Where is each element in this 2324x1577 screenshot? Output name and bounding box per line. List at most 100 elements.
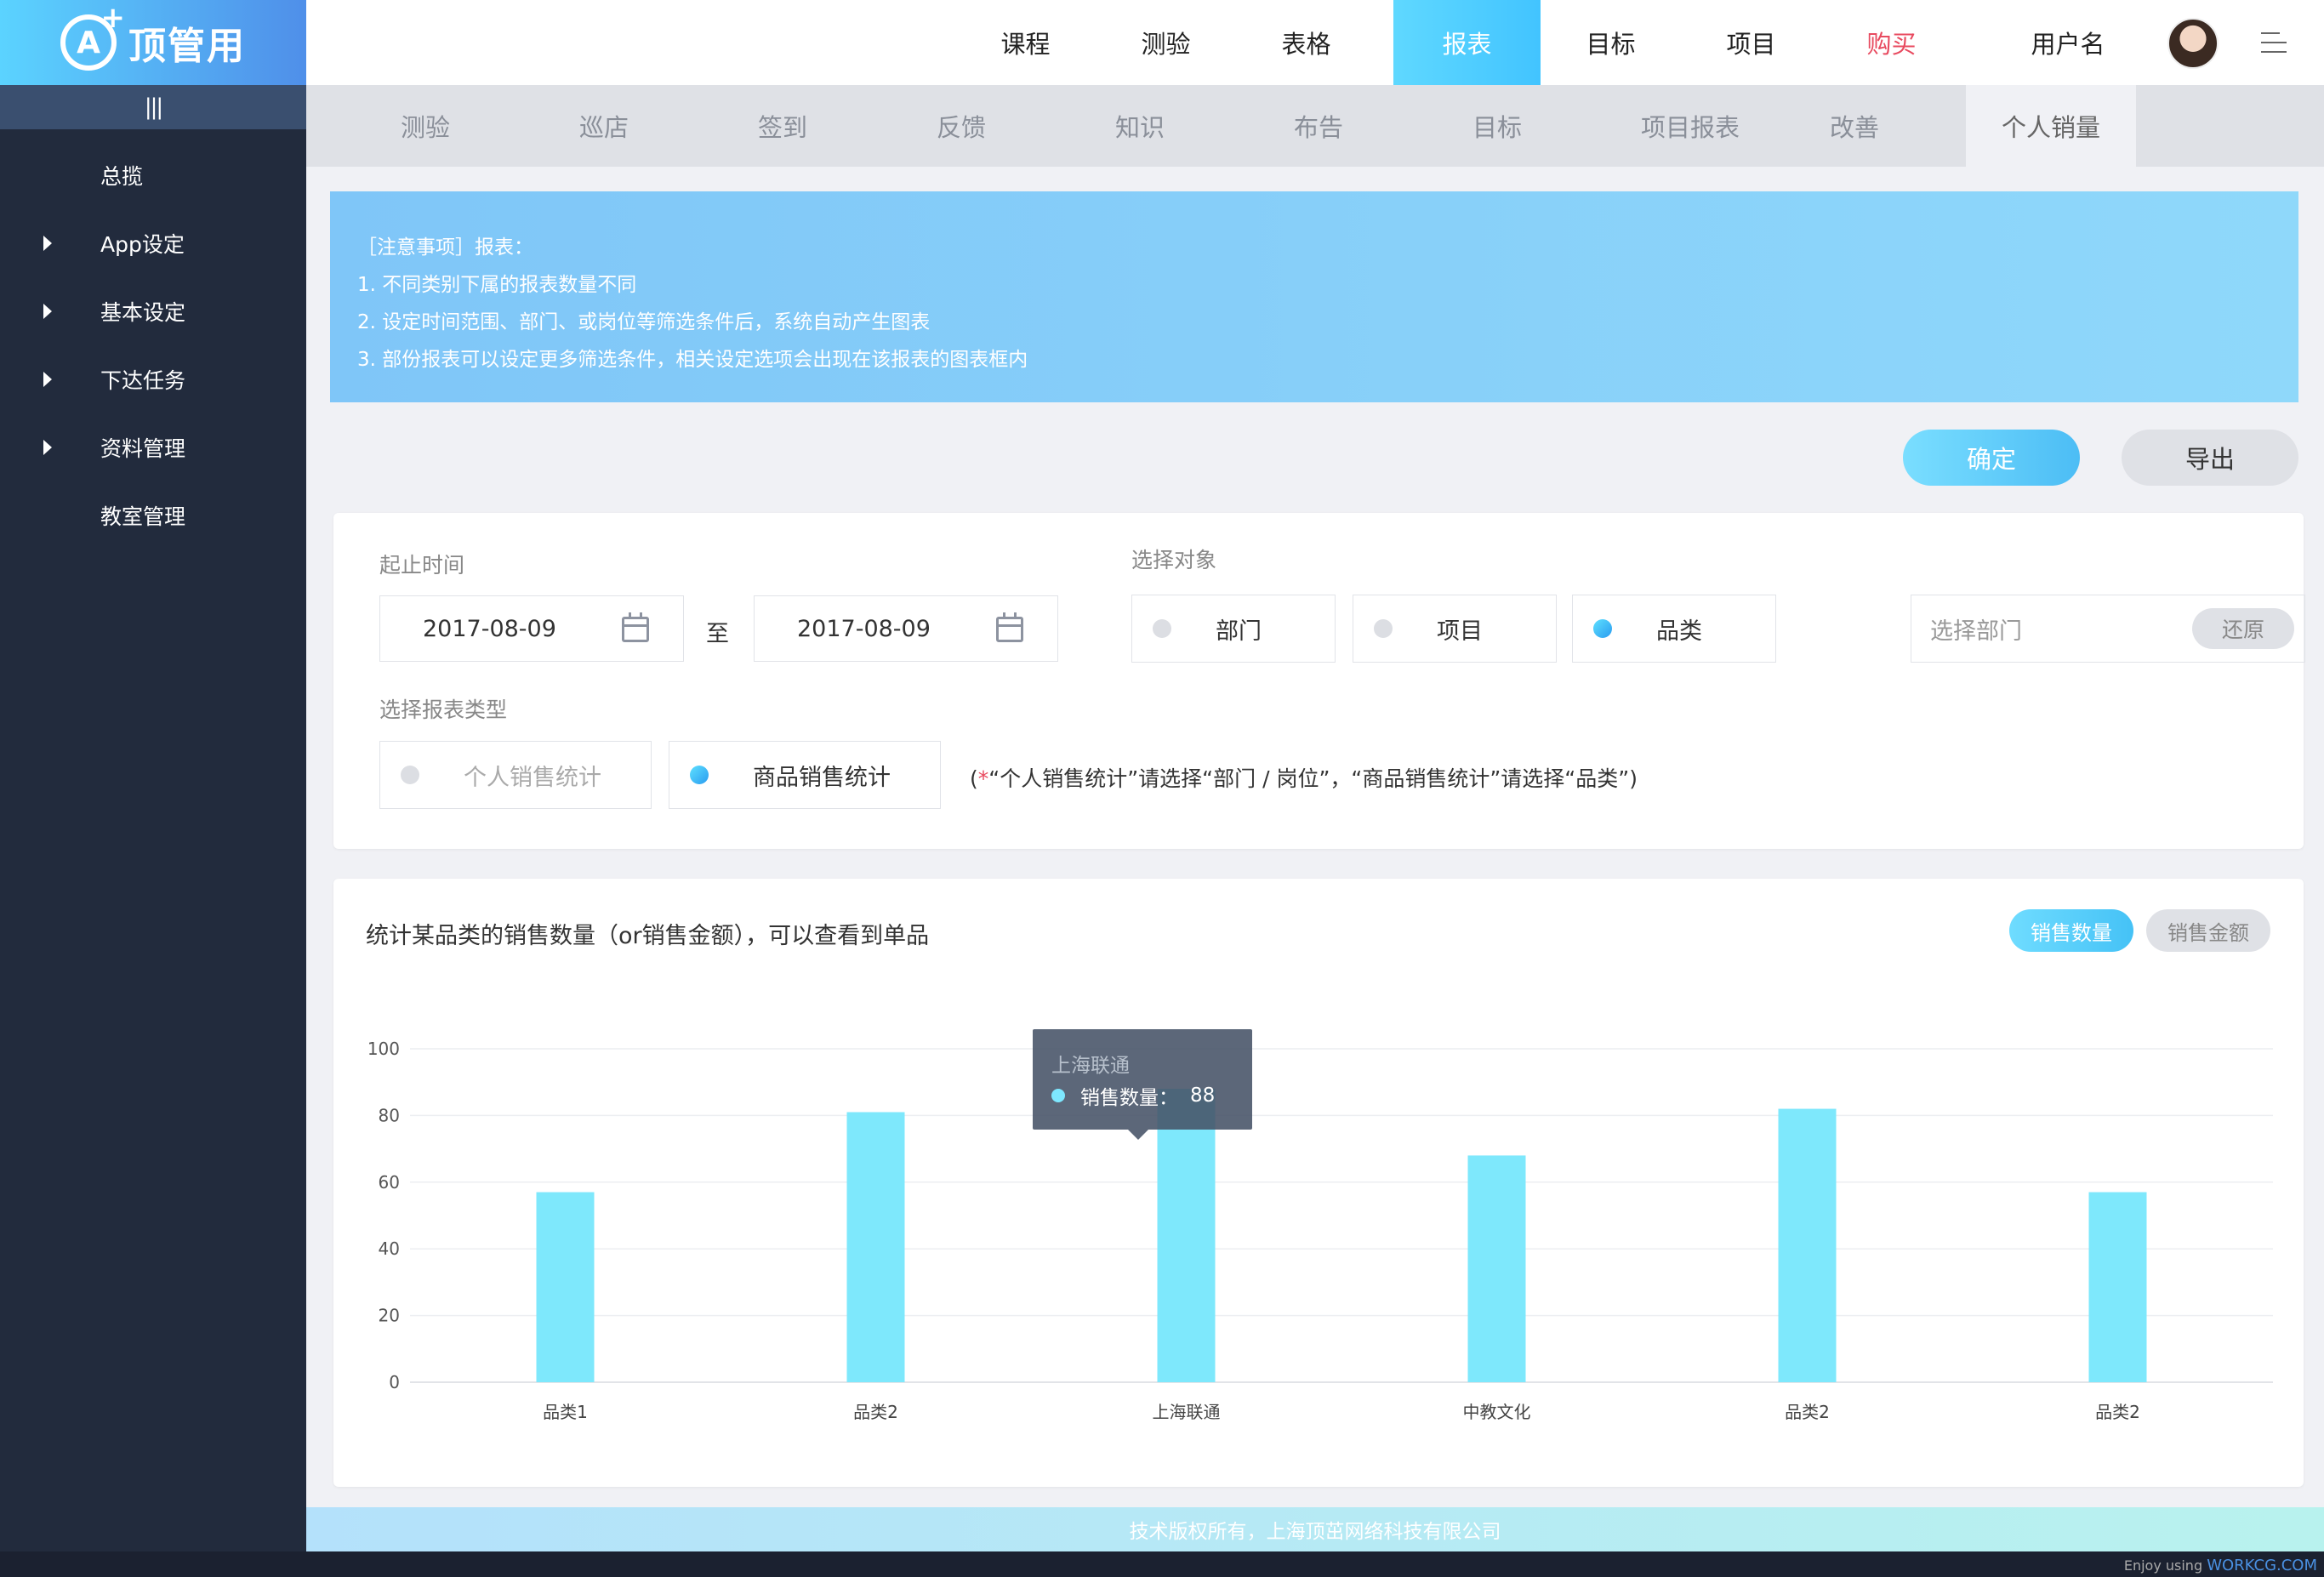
- credit-prefix: Enjoy using: [2123, 1557, 2203, 1574]
- sidebar-item-data-management[interactable]: 资料管理: [0, 413, 306, 481]
- radio-label: 部门: [1216, 618, 1262, 645]
- department-select[interactable]: 选择部门 还原: [1911, 595, 2305, 663]
- tooltip-title: 上海联通: [1051, 1055, 1130, 1077]
- x-tick-label: 品类2: [2095, 1402, 2140, 1422]
- tooltip-series: 销售数量：: [1080, 1087, 1178, 1109]
- required-star: *: [977, 766, 989, 791]
- caret-right-icon: [43, 440, 52, 455]
- x-tick-label: 上海联通: [1153, 1402, 1221, 1422]
- sidebar-item-basic-settings[interactable]: 基本设定: [0, 277, 306, 345]
- confirm-button[interactable]: 确定: [1903, 430, 2080, 486]
- bar: [846, 1112, 905, 1382]
- subtab-quiz[interactable]: 测验: [357, 85, 493, 167]
- sidebar-item-label: 基本设定: [100, 300, 186, 325]
- notice-line: 1. 不同类别下属的报表数量不同: [357, 274, 637, 296]
- target-radio-category[interactable]: 品类: [1572, 595, 1776, 663]
- tab-forms[interactable]: 表格: [1236, 0, 1376, 85]
- avatar[interactable]: [2167, 18, 2219, 69]
- end-date-field[interactable]: 2017-08-09: [754, 595, 1058, 662]
- sidebar-item-label: App设定: [100, 232, 185, 257]
- bar: [536, 1192, 595, 1382]
- y-tick-label: 0: [389, 1372, 400, 1392]
- date-separator: 至: [706, 621, 729, 647]
- sidebar-item-label: 教室管理: [100, 504, 186, 529]
- notice-title: ［注意事项］报表：: [357, 236, 533, 259]
- subtab-feedback[interactable]: 反馈: [893, 85, 1029, 167]
- filter-panel: 起止时间 2017-08-09 至 2017-08-09 选择对象 部门 项目 …: [333, 513, 2305, 849]
- hint-text: “个人销售统计”请选择“部门 / 岗位”，“商品销售统计”请选择“品类”): [988, 766, 1638, 791]
- chart-panel: 统计某品类的销售数量（or销售金额），可以查看到单品 销售数量 销售金额 0 20…: [333, 879, 2304, 1487]
- caret-right-icon: [43, 236, 52, 251]
- logo-text: 顶管用: [128, 25, 246, 68]
- target-radio-project[interactable]: 项目: [1353, 595, 1557, 663]
- subtab-knowledge[interactable]: 知识: [1072, 85, 1208, 167]
- radio-icon: [401, 766, 419, 784]
- logo-mark-icon: A: [60, 1, 125, 71]
- app-logo[interactable]: A 顶管用: [0, 0, 306, 85]
- series-dot-icon: [1051, 1089, 1065, 1102]
- notice-line: 3. 部份报表可以设定更多筛选条件，相关设定选项会出现在该报表的图表框内: [357, 349, 1028, 371]
- sidebar-item-assign-tasks[interactable]: 下达任务: [0, 345, 306, 413]
- tab-quiz[interactable]: 测验: [1096, 0, 1236, 85]
- subtab-goals[interactable]: 目标: [1429, 85, 1565, 167]
- report-type-label: 选择报表类型: [379, 697, 508, 722]
- caret-right-icon: [43, 304, 52, 319]
- credit-site: WORKCG.COM: [2207, 1557, 2317, 1574]
- sidebar-item-overview[interactable]: 总揽: [0, 141, 306, 209]
- target-label: 选择对象: [1131, 548, 1217, 572]
- notice-line: 2. 设定时间范围、部门、或岗位等筛选条件后，系统自动产生图表: [357, 311, 931, 333]
- calendar-icon[interactable]: [996, 612, 1023, 642]
- tab-goals[interactable]: 目标: [1541, 0, 1681, 85]
- tab-reports[interactable]: 报表: [1393, 0, 1541, 85]
- tab-buy[interactable]: 购买: [1821, 0, 1962, 85]
- radio-label: 个人销售统计: [464, 764, 601, 791]
- tab-projects[interactable]: 项目: [1681, 0, 1821, 85]
- top-navigation: 课程 测验 表格 报表 目标 项目 购买 用户名: [306, 0, 2324, 85]
- sidebar-item-classroom-management[interactable]: 教室管理: [0, 481, 306, 549]
- subtab-store-patrol[interactable]: 巡店: [536, 85, 672, 167]
- tab-courses[interactable]: 课程: [955, 0, 1096, 85]
- reset-button[interactable]: 还原: [2192, 608, 2294, 649]
- bar-chart: 020406080100品类1 品类2 上海联通 中教文化 品类2 品类2: [367, 1039, 2273, 1422]
- hint-open: (: [970, 766, 978, 791]
- tooltip-value: 88: [1190, 1085, 1216, 1107]
- calendar-icon[interactable]: [622, 612, 649, 642]
- subtab-personal-sales[interactable]: 个人销量: [1966, 85, 2136, 167]
- radio-icon: [1374, 619, 1393, 638]
- radio-icon: [1153, 619, 1171, 638]
- export-button[interactable]: 导出: [2122, 430, 2298, 486]
- notice-panel: ［注意事项］报表： 1. 不同类别下属的报表数量不同 2. 设定时间范围、部门、…: [330, 191, 2298, 402]
- y-tick-label: 40: [379, 1238, 400, 1259]
- report-type-personal-sales[interactable]: 个人销售统计: [379, 741, 652, 809]
- report-type-hint: (*“个人销售统计”请选择“部门 / 岗位”，“商品销售统计”请选择“品类”): [970, 762, 1638, 793]
- report-type-product-sales[interactable]: 商品销售统计: [669, 741, 941, 809]
- sidebar-item-app-settings[interactable]: App设定: [0, 209, 306, 277]
- radio-label: 项目: [1437, 618, 1483, 645]
- footer: 技术版权所有，上海顶茁网络科技有限公司: [306, 1507, 2324, 1551]
- start-date-field[interactable]: 2017-08-09: [379, 595, 684, 662]
- radio-selected-icon: [690, 766, 709, 784]
- sidebar-item-label: 总揽: [100, 164, 144, 189]
- subtab-checkin[interactable]: 签到: [715, 85, 851, 167]
- y-tick-label: 80: [379, 1105, 400, 1125]
- menu-icon[interactable]: [2261, 32, 2287, 54]
- subtab-improvement[interactable]: 改善: [1795, 85, 1914, 167]
- subtab-bulletin[interactable]: 布告: [1250, 85, 1387, 167]
- subtab-project-report[interactable]: 项目报表: [1605, 85, 1775, 167]
- x-tick-label: 品类2: [1785, 1402, 1830, 1422]
- chart-tooltip: 上海联通 销售数量： 88: [1033, 1029, 1252, 1140]
- y-tick-label: 60: [379, 1172, 400, 1193]
- sidebar: A 顶管用 ||| 总揽 App设定 基本设定 下达任务 资料管理 教室管理: [0, 0, 306, 1551]
- credit: Enjoy using WORKCG.COM: [2124, 1557, 2317, 1574]
- username[interactable]: 用户名: [2004, 0, 2132, 85]
- bar: [2088, 1192, 2147, 1382]
- sidebar-collapse-button[interactable]: |||: [0, 85, 306, 129]
- start-date-value: 2017-08-09: [423, 615, 556, 642]
- sub-navigation: 测验 巡店 签到 反馈 知识 布告 目标 项目报表 改善 个人销量: [306, 85, 2324, 167]
- sidebar-item-label: 下达任务: [100, 368, 186, 393]
- department-placeholder: 选择部门: [1930, 618, 2022, 645]
- x-tick-label: 中教文化: [1463, 1402, 1531, 1422]
- x-tick-label: 品类2: [853, 1402, 898, 1422]
- target-radio-department[interactable]: 部门: [1131, 595, 1336, 663]
- bar: [1157, 1089, 1216, 1382]
